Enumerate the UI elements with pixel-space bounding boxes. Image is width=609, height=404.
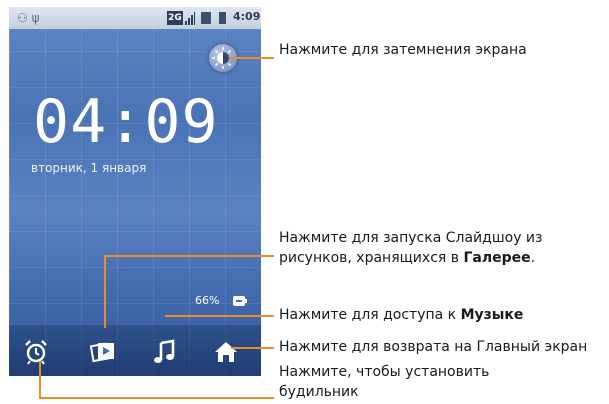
brightness-callout: Нажмите для затемнения экрана <box>279 40 599 60</box>
status-bar: ⚇ ψ 2G 4:09 <box>9 7 261 29</box>
brightness-callout-text: Нажмите для затемнения экрана <box>279 42 527 58</box>
slideshow-callout-line-v <box>104 255 106 328</box>
battery-level: 66% <box>195 294 220 307</box>
music-callout-line <box>165 315 274 317</box>
phone-screen: ⚇ ψ 2G 4:09 04:09 вторник, 1 января 66% <box>9 7 261 376</box>
slideshow-callout-suffix: . <box>530 250 536 266</box>
home-icon[interactable] <box>213 339 239 365</box>
alarm-callout: Нажмите, чтобы установить будильник <box>279 362 529 402</box>
slideshow-callout: Нажмите для запуска Слайдшоу из рисунков… <box>279 228 604 268</box>
battery-status-icon <box>219 12 226 24</box>
alarm-callout-line-h <box>39 397 274 399</box>
slideshow-callout-line-h <box>104 255 274 257</box>
gallery-slideshow-icon[interactable] <box>90 339 116 365</box>
home-callout-line <box>231 347 274 349</box>
signal-icon <box>185 12 195 25</box>
battery-charging-icon <box>233 296 247 306</box>
alarm-callout-line-v <box>39 361 41 399</box>
usb-debug-icon: ⚇ ψ <box>17 11 40 25</box>
sd-card-icon <box>201 12 211 24</box>
music-callout: Нажмите для доступа к Музыке <box>279 305 604 325</box>
brightness-callout-line <box>229 57 274 59</box>
status-time: 4:09 <box>233 10 261 23</box>
lock-date: вторник, 1 января <box>31 161 147 175</box>
dock-bar <box>9 324 261 376</box>
alarm-clock-icon[interactable] <box>23 339 49 365</box>
network-type-icon: 2G <box>167 11 183 25</box>
music-callout-bold: Музыке <box>460 307 524 323</box>
music-callout-text: Нажмите для доступа к <box>279 307 457 323</box>
alarm-callout-text: Нажмите, чтобы установить будильник <box>279 364 490 400</box>
lock-clock: 04:09 <box>33 87 219 157</box>
home-callout-text: Нажмите для возврата на Главный экран <box>279 339 588 355</box>
slideshow-callout-bold: Галерее <box>463 250 531 266</box>
music-note-icon[interactable] <box>152 339 178 365</box>
home-callout: Нажмите для возврата на Главный экран <box>279 337 609 357</box>
